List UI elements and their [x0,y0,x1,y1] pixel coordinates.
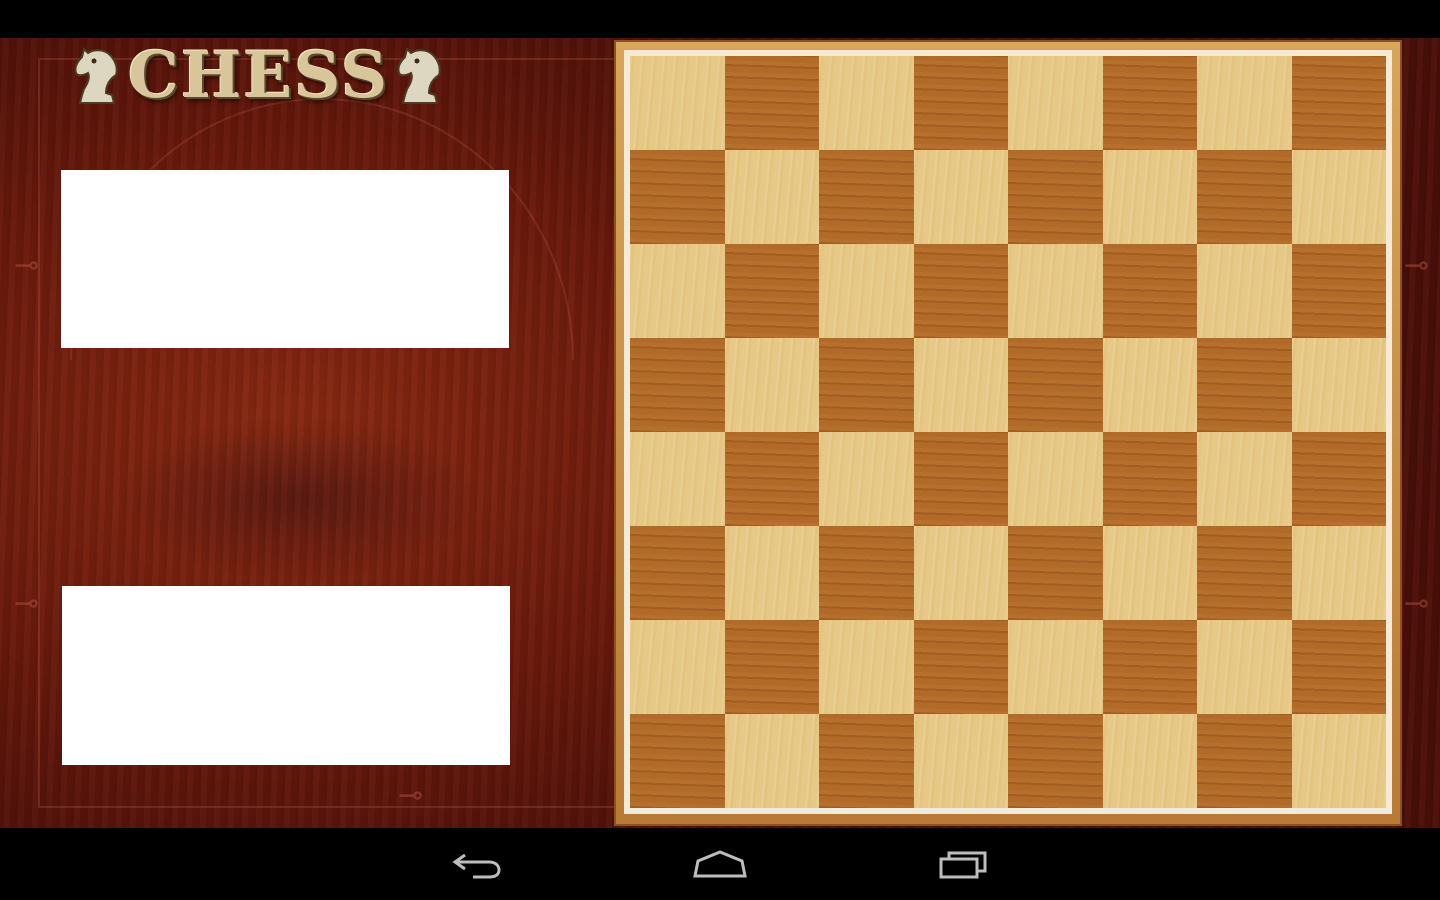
board-square[interactable] [819,620,914,714]
opponent-info-panel [61,170,509,348]
back-button[interactable] [442,842,512,886]
board-square[interactable] [1008,526,1103,620]
recents-button[interactable] [929,842,999,886]
board-square[interactable] [630,714,725,808]
board-square[interactable] [1102,56,1197,150]
recents-icon [939,851,987,879]
board-square[interactable] [1102,432,1197,526]
board-square[interactable] [1008,620,1103,714]
board-square[interactable] [1197,620,1292,714]
board-square[interactable] [1197,150,1292,244]
board-square[interactable] [1102,244,1197,338]
home-icon [693,850,747,878]
board-square[interactable] [1102,620,1197,714]
logo-text: CHESS [128,38,390,113]
board-square[interactable] [724,526,819,620]
board-square[interactable] [819,432,914,526]
board-square[interactable] [630,56,725,150]
board-square[interactable] [1197,244,1292,338]
board-square[interactable] [819,244,914,338]
board-square[interactable] [724,620,819,714]
game-screen: ⊸ ⊸ ⊸ ⊸ ⊸ CHESS [0,38,1440,828]
decorative-flourish-icon: ⊸ [14,586,40,621]
board-square[interactable] [1291,620,1386,714]
decorative-flourish-icon: ⊸ [398,778,424,813]
back-icon [452,853,501,879]
board-square[interactable] [1008,432,1103,526]
chess-board[interactable] [630,56,1386,808]
board-square[interactable] [724,338,819,432]
board-square[interactable] [913,338,1008,432]
board-square[interactable] [630,244,725,338]
board-square[interactable] [913,244,1008,338]
board-square[interactable] [1291,56,1386,150]
home-button[interactable] [685,842,755,886]
board-square[interactable] [1008,714,1103,808]
navigation-bar [0,828,1440,900]
board-square[interactable] [819,526,914,620]
board-square[interactable] [913,56,1008,150]
board-square[interactable] [724,432,819,526]
board-square[interactable] [1008,338,1103,432]
board-square[interactable] [630,338,725,432]
status-bar [0,0,1440,38]
board-square[interactable] [1197,56,1292,150]
board-square[interactable] [724,56,819,150]
board-square[interactable] [630,432,725,526]
board-square[interactable] [819,714,914,808]
board-square[interactable] [724,714,819,808]
decorative-flourish-icon: ⊸ [1404,586,1430,621]
board-square[interactable] [1197,714,1292,808]
decorative-flourish-icon: ⊸ [14,248,40,283]
chess-logo: CHESS [70,40,510,112]
board-square[interactable] [1291,526,1386,620]
board-square[interactable] [1291,714,1386,808]
board-square[interactable] [724,244,819,338]
board-square[interactable] [913,432,1008,526]
board-square[interactable] [913,620,1008,714]
board-square[interactable] [819,150,914,244]
board-square[interactable] [1197,338,1292,432]
board-square[interactable] [1291,338,1386,432]
board-square[interactable] [1291,150,1386,244]
board-square[interactable] [630,526,725,620]
board-square[interactable] [1197,526,1292,620]
board-square[interactable] [630,620,725,714]
board-square[interactable] [1008,244,1103,338]
board-square[interactable] [630,150,725,244]
board-square[interactable] [1102,338,1197,432]
board-square[interactable] [1291,432,1386,526]
board-square[interactable] [724,150,819,244]
knight-right-icon [397,47,441,104]
board-square[interactable] [819,338,914,432]
board-square[interactable] [1197,432,1292,526]
board-square[interactable] [1008,56,1103,150]
board-square[interactable] [1008,150,1103,244]
board-square[interactable] [913,150,1008,244]
board-square[interactable] [1291,244,1386,338]
knight-left-icon [74,47,118,104]
board-square[interactable] [913,526,1008,620]
board-square[interactable] [1102,714,1197,808]
player-info-panel [62,586,510,765]
board-square[interactable] [913,714,1008,808]
board-square[interactable] [819,56,914,150]
decorative-flourish-icon: ⊸ [1404,248,1430,283]
board-square[interactable] [1102,150,1197,244]
board-square[interactable] [1102,526,1197,620]
